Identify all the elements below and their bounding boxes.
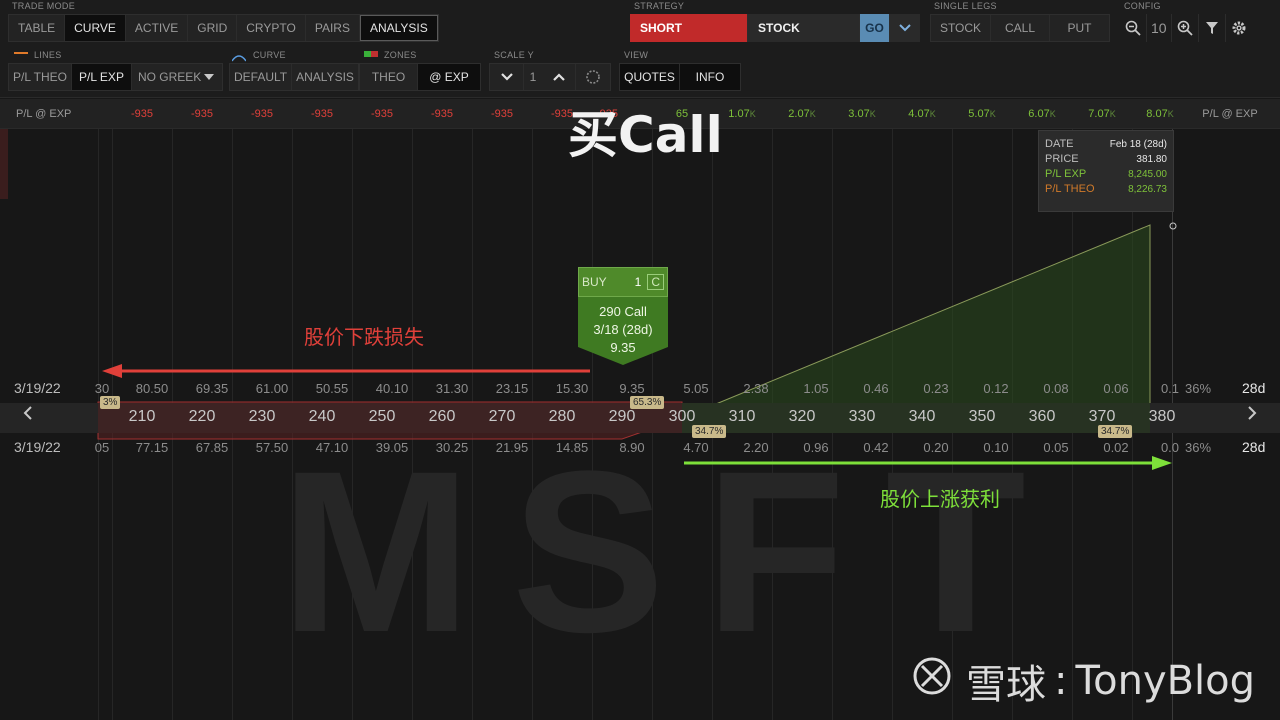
strike-label[interactable]: 260	[412, 408, 472, 426]
put-cell: 8.90	[619, 440, 645, 455]
strike-label[interactable]: 370	[1072, 408, 1132, 426]
put-cell: 39.05	[375, 440, 409, 455]
probability-badge: 65.3%	[630, 396, 665, 409]
put-days: 28d	[1242, 439, 1266, 455]
strike-label[interactable]: 230	[232, 408, 292, 426]
chevron-right-icon	[1248, 406, 1257, 420]
put-cell: 14.85	[555, 440, 589, 455]
put-cell: 0.10	[983, 440, 1009, 455]
snowball-logo-icon	[912, 656, 958, 706]
put-cell: 0.42	[863, 440, 889, 455]
put-iv: 36%	[1184, 440, 1212, 455]
put-cell: 30.25	[435, 440, 469, 455]
put-cell: 0.96	[803, 440, 829, 455]
put-cell: 2.20	[743, 440, 769, 455]
strike-label[interactable]: 270	[472, 408, 532, 426]
put-cell: 57.50	[255, 440, 289, 455]
put-cell: 0.20	[923, 440, 949, 455]
put-cell: 0.05	[1043, 440, 1069, 455]
put-cell: 21.95	[495, 440, 529, 455]
put-cell: 47.10	[315, 440, 349, 455]
strike-label[interactable]: 300	[652, 408, 712, 426]
put-cell: 67.85	[195, 440, 229, 455]
strike-label[interactable]: 320	[772, 408, 832, 426]
strike-label[interactable]: 290	[592, 408, 652, 426]
put-cell-partial: 0.0	[1160, 440, 1180, 455]
strike-label[interactable]: 250	[352, 408, 412, 426]
strike-label[interactable]: 280	[532, 408, 592, 426]
put-cell: 0.02	[1103, 440, 1129, 455]
brand-name: 雪球	[966, 662, 1046, 708]
chevron-left-icon	[23, 406, 32, 420]
probability-badge: 34.7%	[692, 425, 727, 438]
strike-label[interactable]: 220	[172, 408, 232, 426]
put-cell-partial: 05	[94, 440, 110, 455]
put-cell: 4.70	[683, 440, 709, 455]
strike-label[interactable]: 210	[112, 408, 172, 426]
put-row-date: 3/19/22	[14, 439, 61, 455]
strike-label[interactable]: 380	[1132, 408, 1192, 426]
brand-user: TonyBlog	[1075, 658, 1256, 704]
probability-badge: 3%	[100, 396, 121, 409]
strike-zone-overlay	[98, 403, 1150, 433]
strike-label[interactable]: 240	[292, 408, 352, 426]
probability-badge: 34.7%	[1098, 425, 1133, 438]
strike-label[interactable]: 310	[712, 408, 772, 426]
strike-label[interactable]: 330	[832, 408, 892, 426]
strike-label[interactable]: 360	[1012, 408, 1072, 426]
strike-label[interactable]: 350	[952, 408, 1012, 426]
scroll-right-button[interactable]	[1246, 406, 1258, 425]
scroll-left-button[interactable]	[22, 406, 34, 425]
put-cell: 77.15	[135, 440, 169, 455]
brand-separator: :	[1054, 658, 1068, 704]
brand-watermark: 雪球 : TonyBlog	[912, 652, 1255, 710]
strike-label[interactable]: 340	[892, 408, 952, 426]
